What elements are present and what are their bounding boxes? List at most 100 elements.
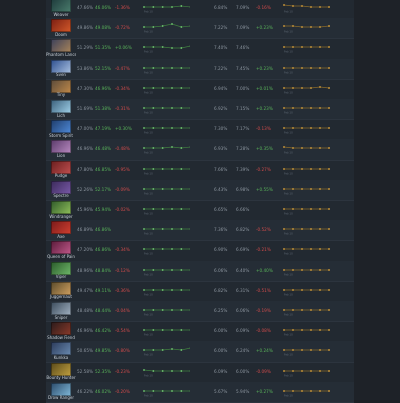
hero-portrait[interactable] — [51, 80, 71, 93]
pickrate-after: 6.98% — [236, 187, 249, 192]
hero-name[interactable]: Windranger — [46, 214, 76, 219]
sparkline-point — [152, 107, 154, 109]
hero-portrait[interactable] — [51, 100, 71, 113]
table-row[interactable]: Phantom Lancer51.29%51.35%+0.06%7.40%7.4… — [46, 38, 354, 59]
table-row[interactable]: Storm Spirit47.00%47.19%+0.30%7.30%7.17%… — [46, 119, 354, 140]
winrate-before: 51.69% — [77, 106, 93, 111]
winrate-before: 46.22% — [77, 389, 93, 394]
hero-name[interactable]: Juggernaut — [46, 294, 76, 299]
table-row[interactable]: Kunkka50.65%49.85%-0.80%6.00%6.24%+0.24%… — [46, 341, 354, 362]
hero-name[interactable]: Bounty Hunter — [46, 375, 76, 380]
table-row[interactable]: Weaver47.66%46.06%-1.36%6.84%7.09%-0.16%… — [46, 0, 354, 19]
table-row[interactable]: Bounty Hunter52.58%52.35%-0.23%6.09%6.00… — [46, 362, 354, 383]
table-row[interactable]: Shadow Fiend46.96%46.42%-0.54%6.00%6.09%… — [46, 321, 354, 342]
sparkline-tick-label: Feb 10 — [144, 252, 153, 256]
sparkline-point — [283, 269, 285, 271]
sparkline-point — [162, 208, 164, 210]
sparkline-point — [162, 349, 164, 351]
table-row[interactable]: Doom49.86%49.08%-0.72%7.22%7.09%+0.23%Fe… — [46, 18, 354, 39]
hero-portrait[interactable] — [51, 322, 71, 335]
pickrate-before: 5.67% — [214, 389, 227, 394]
sparkline-point — [292, 349, 294, 351]
winrate-sparkline: Feb 10 — [142, 183, 190, 195]
hero-portrait[interactable] — [51, 19, 71, 32]
table-row[interactable]: Lich51.69%51.38%-0.31%6.92%7.15%+0.23%Fe… — [46, 99, 354, 120]
table-row[interactable]: Pudge47.80%46.85%-0.95%7.66%7.39%-0.27%F… — [46, 160, 354, 181]
hero-portrait[interactable] — [51, 161, 71, 174]
sparkline-point — [310, 107, 312, 109]
table-row[interactable]: Sniper48.48%48.44%-0.04%6.25%6.06%-0.19%… — [46, 301, 354, 322]
sparkline-point — [143, 390, 145, 392]
hero-name[interactable]: Weaver — [46, 12, 76, 17]
winrate-after: 46.02% — [95, 389, 111, 394]
pickrate-sparkline: Feb 10 — [282, 122, 330, 134]
table-row[interactable]: Sven53.86%52.15%-0.47%7.22%7.45%+0.23%Fe… — [46, 59, 354, 80]
hero-portrait[interactable] — [51, 262, 71, 275]
sparkline-point — [319, 390, 321, 392]
hero-portrait[interactable] — [51, 302, 71, 315]
winrate-after: 46.48% — [95, 146, 111, 151]
hero-name[interactable]: Axe — [46, 234, 76, 239]
table-row[interactable]: Juggernaut49.47%49.11%-0.36%6.82%6.31%-0… — [46, 281, 354, 302]
hero-portrait[interactable] — [51, 221, 71, 234]
sparkline-tick-label: Feb 10 — [284, 272, 293, 276]
hero-name[interactable]: Queen of Pain — [46, 254, 76, 259]
hero-name[interactable]: Lich — [46, 113, 76, 118]
hero-portrait[interactable] — [51, 181, 71, 194]
hero-portrait[interactable] — [51, 363, 71, 376]
sparkline-point — [143, 26, 145, 28]
sparkline-point — [283, 107, 285, 109]
hero-portrait[interactable] — [51, 383, 71, 396]
hero-portrait[interactable] — [51, 39, 71, 52]
sparkline-point — [319, 6, 321, 8]
winrate-after: 52.17% — [95, 187, 111, 192]
sparkline-point — [283, 370, 285, 372]
sparkline-point — [310, 6, 312, 8]
table-row[interactable]: Axe46.89%46.86%7.36%6.82%-0.52%Feb 10Feb… — [46, 220, 354, 241]
sparkline-point — [328, 147, 330, 149]
table-row[interactable]: Viper48.96%48.84%-0.12%6.06%6.40%+0.40%F… — [46, 261, 354, 282]
winrate-after: 46.42% — [95, 328, 111, 333]
hero-name[interactable]: Sven — [46, 72, 76, 77]
sparkline-point — [292, 67, 294, 69]
hero-name[interactable]: Tiny — [46, 92, 76, 97]
hero-name[interactable]: Sniper — [46, 315, 76, 320]
hero-name[interactable]: Shadow Fiend — [46, 335, 76, 340]
hero-name[interactable]: Lion — [46, 153, 76, 158]
hero-portrait[interactable] — [51, 342, 71, 355]
pickrate-before: 6.00% — [214, 348, 227, 353]
sparkline-point — [310, 46, 312, 48]
hero-portrait[interactable] — [51, 241, 71, 254]
winrate-after: 49.08% — [95, 25, 111, 30]
sparkline-point — [143, 188, 145, 190]
hero-name[interactable]: Viper — [46, 274, 76, 279]
hero-portrait[interactable] — [51, 282, 71, 295]
hero-name[interactable]: Storm Spirit — [46, 133, 76, 138]
hero-name[interactable]: Doom — [46, 32, 76, 37]
hero-name[interactable]: Kunkka — [46, 355, 76, 360]
sparkline-tick-label: Feb 10 — [284, 333, 293, 337]
table-row[interactable]: Windranger45.96%45.94%-0.02%6.65%6.66%Fe… — [46, 200, 354, 221]
sparkline-point — [283, 4, 285, 6]
hero-name[interactable]: Phantom Lancer — [46, 52, 76, 57]
hero-name[interactable]: Spectre — [46, 193, 76, 198]
pickrate-before: 6.43% — [214, 187, 227, 192]
sparkline-point — [162, 67, 164, 69]
winrate-change: -0.48% — [115, 146, 130, 151]
table-row[interactable]: Spectre52.26%52.17%-0.09%6.43%6.98%+0.55… — [46, 180, 354, 201]
table-row[interactable]: Queen of Pain47.20%46.86%-0.34%6.90%6.69… — [46, 240, 354, 261]
table-row[interactable]: Lion46.96%46.48%-0.48%6.93%7.28%+0.35%Fe… — [46, 139, 354, 160]
hero-name[interactable]: Pudge — [46, 173, 76, 178]
hero-portrait[interactable] — [51, 0, 71, 12]
table-row[interactable]: Tiny47.30%46.96%-0.34%6.94%7.00%+0.01%Fe… — [46, 79, 354, 100]
sparkline-point — [162, 329, 164, 331]
hero-portrait[interactable] — [51, 120, 71, 133]
pickrate-sparkline: Feb 10 — [282, 264, 330, 276]
sparkline-tick-label: Feb 10 — [144, 232, 153, 236]
hero-portrait[interactable] — [51, 201, 71, 214]
hero-portrait[interactable] — [51, 60, 71, 73]
pickrate-change: -0.09% — [256, 369, 271, 374]
pickrate-sparkline: Feb 10 — [282, 163, 330, 175]
sparkline-point — [283, 349, 285, 351]
hero-portrait[interactable] — [51, 140, 71, 153]
